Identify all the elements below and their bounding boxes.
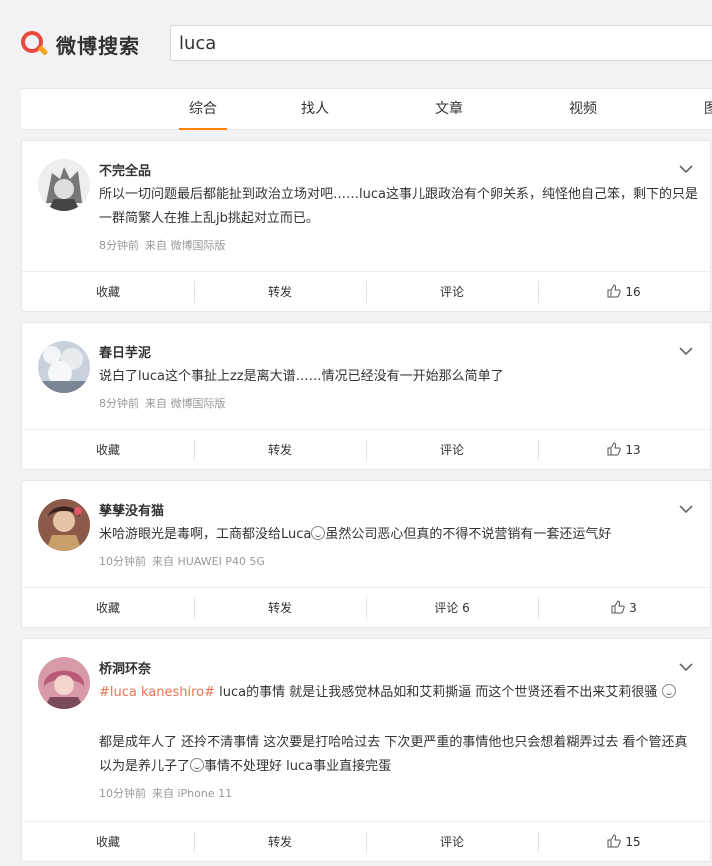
repost-button[interactable]: 转发 bbox=[194, 588, 366, 629]
emoji-icon bbox=[311, 526, 326, 540]
post-card: 孳孳没有猫 米哈游眼光是毒啊，工商都没给Luca 虽然公司恶心但真的不得不说营销有… bbox=[21, 480, 711, 628]
like-count: 16 bbox=[625, 285, 641, 299]
search-input[interactable] bbox=[179, 31, 699, 55]
chevron-down-icon[interactable] bbox=[678, 343, 694, 359]
post-source: 来自 微博国际版 bbox=[145, 397, 226, 410]
post-text: 说白了luca这个事扯上zz是离大谱……情况已经没有一开始那么简单了 bbox=[99, 369, 504, 384]
post-meta: 10分钟前 来自 HUAWEI P40 5G bbox=[99, 553, 271, 569]
comment-button[interactable]: 评论 bbox=[366, 272, 538, 313]
avatar[interactable] bbox=[38, 499, 90, 551]
tab-comprehensive[interactable]: 综合 bbox=[168, 89, 238, 130]
username[interactable]: 孳孳没有猫 bbox=[99, 500, 164, 519]
post-meta: 8分钟前 来自 微博国际版 bbox=[99, 395, 232, 411]
comment-button[interactable]: 评论 6 bbox=[366, 588, 538, 629]
thumbs-up-icon bbox=[607, 834, 622, 848]
repost-button[interactable]: 转发 bbox=[194, 430, 366, 471]
chevron-down-icon[interactable] bbox=[678, 501, 694, 517]
post-card: 春日芋泥 说白了luca这个事扯上zz是离大谱……情况已经没有一开始那么简单了 … bbox=[21, 322, 711, 470]
post-meta: 10分钟前 来自 iPhone 11 bbox=[99, 785, 238, 801]
tab-images[interactable]: 图 bbox=[676, 89, 712, 130]
search-tabs: 综合 找人 文章 视频 图 bbox=[21, 88, 712, 130]
action-bar: 收藏 转发 评论 15 bbox=[22, 821, 710, 863]
thumbs-up-icon bbox=[607, 284, 622, 298]
like-count: 3 bbox=[629, 601, 637, 615]
post-card: 不完全品 所以一切问题最后都能扯到政治立场对吧……luca这事儿跟政治有个卵关系… bbox=[21, 140, 711, 312]
chevron-down-icon[interactable] bbox=[678, 161, 694, 177]
post-text-part: 都是成年人了 还拎不清事情 这次要是打哈哈过去 下次更严重的事情他也只会想着糊弄… bbox=[99, 735, 688, 774]
post-text-part: 虽然公司恶心但真的不得不说营销有一套还运气好 bbox=[325, 527, 612, 542]
thumbs-up-icon bbox=[611, 600, 625, 614]
post-time[interactable]: 10分钟前 bbox=[99, 555, 146, 568]
search-logo-icon bbox=[20, 30, 49, 58]
like-button[interactable]: 15 bbox=[538, 822, 710, 863]
username[interactable]: 春日芋泥 bbox=[99, 342, 151, 361]
top-bar: 微博搜索 bbox=[0, 0, 712, 84]
search-box[interactable] bbox=[170, 25, 712, 61]
tab-users[interactable]: 找人 bbox=[280, 89, 350, 130]
chevron-down-icon[interactable] bbox=[678, 659, 694, 675]
post-text-part: luca的事情 就是让我感觉林品如和艾莉撕逼 而这个世贤还看不出来艾莉很骚 bbox=[215, 685, 658, 700]
collect-button[interactable]: 收藏 bbox=[22, 272, 194, 313]
emoji-icon bbox=[190, 758, 205, 772]
repost-button[interactable]: 转发 bbox=[194, 272, 366, 313]
collect-button[interactable]: 收藏 bbox=[22, 822, 194, 863]
tab-articles[interactable]: 文章 bbox=[414, 89, 484, 130]
collect-button[interactable]: 收藏 bbox=[22, 588, 194, 629]
thumbs-up-icon bbox=[607, 442, 622, 456]
post-text: 所以一切问题最后都能扯到政治立场对吧……luca这事儿跟政治有个卵关系，纯怪他自… bbox=[99, 187, 698, 226]
post-text-part: 米哈游眼光是毒啊，工商都没给Luca bbox=[99, 527, 312, 542]
avatar[interactable] bbox=[38, 657, 90, 709]
avatar[interactable] bbox=[38, 159, 90, 211]
hashtag-link[interactable]: #luca kaneshiro# bbox=[99, 685, 215, 700]
post-text-part: 事情不处理好 luca事业直接完蛋 bbox=[204, 759, 392, 774]
like-button[interactable]: 3 bbox=[538, 588, 710, 629]
repost-button[interactable]: 转发 bbox=[194, 822, 366, 863]
action-bar: 收藏 转发 评论 16 bbox=[22, 271, 710, 313]
comment-button[interactable]: 评论 bbox=[366, 430, 538, 471]
emoji-icon bbox=[661, 684, 676, 698]
like-button[interactable]: 16 bbox=[538, 272, 710, 313]
post-time[interactable]: 8分钟前 bbox=[99, 397, 139, 410]
post-text: #luca kaneshiro# luca的事情 就是让我感觉林品如和艾莉撕逼 … bbox=[99, 681, 699, 705]
post-source: 来自 HUAWEI P40 5G bbox=[152, 555, 265, 568]
post-card: 桥洞环奈 #luca kaneshiro# luca的事情 就是让我感觉林品如和… bbox=[21, 638, 711, 862]
post-meta: 8分钟前 来自 微博国际版 bbox=[99, 237, 232, 253]
post-time[interactable]: 10分钟前 bbox=[99, 787, 146, 800]
avatar[interactable] bbox=[38, 341, 90, 393]
post-time[interactable]: 8分钟前 bbox=[99, 239, 139, 252]
username[interactable]: 不完全品 bbox=[99, 160, 151, 179]
like-count: 13 bbox=[625, 443, 641, 457]
tab-videos[interactable]: 视频 bbox=[548, 89, 618, 130]
logo[interactable]: 微博搜索 bbox=[20, 28, 140, 60]
post-text-paragraph: 都是成年人了 还拎不清事情 这次要是打哈哈过去 下次更严重的事情他也只会想着糊弄… bbox=[99, 731, 699, 779]
post-source: 来自 iPhone 11 bbox=[152, 787, 233, 800]
action-bar: 收藏 转发 评论 13 bbox=[22, 429, 710, 471]
username[interactable]: 桥洞环奈 bbox=[99, 658, 151, 677]
post-source: 来自 微博国际版 bbox=[145, 239, 226, 252]
post-text: 米哈游眼光是毒啊，工商都没给Luca 虽然公司恶心但真的不得不说营销有一套还运气好 bbox=[99, 523, 699, 547]
logo-text: 微博搜索 bbox=[56, 33, 140, 58]
like-button[interactable]: 13 bbox=[538, 430, 710, 471]
action-bar: 收藏 转发 评论 6 3 bbox=[22, 587, 710, 629]
comment-button[interactable]: 评论 bbox=[366, 822, 538, 863]
collect-button[interactable]: 收藏 bbox=[22, 430, 194, 471]
like-count: 15 bbox=[625, 835, 641, 849]
